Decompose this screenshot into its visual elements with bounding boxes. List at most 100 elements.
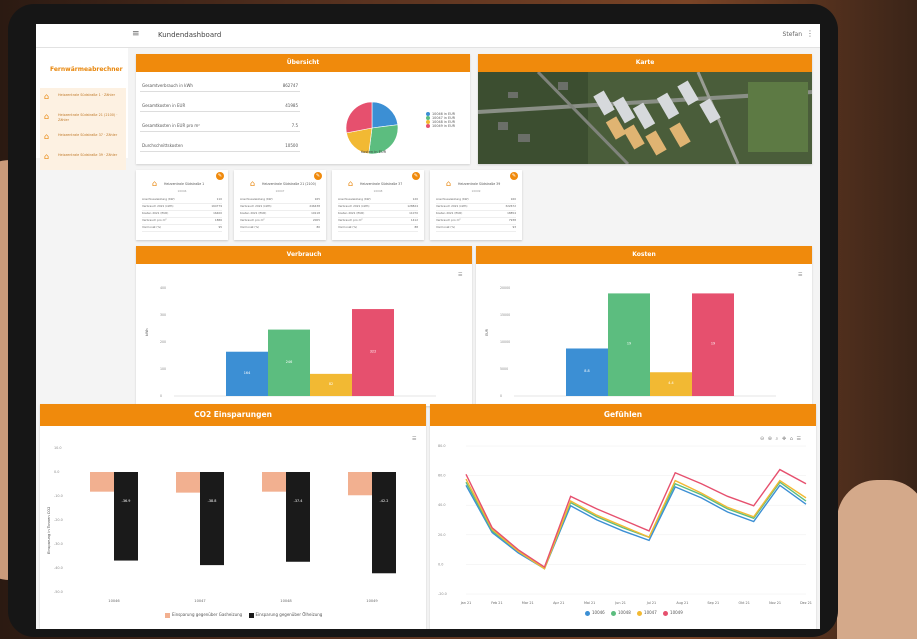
edit-icon[interactable]: ✎ (412, 172, 420, 180)
y-tick-label: 10.0 (54, 446, 62, 450)
meter-row: Kosten 2021 (EUR) 18854 (436, 211, 516, 218)
pie-legend: 10046 in EUR 10047 in EUR 10048 in EUR 1… (426, 112, 455, 128)
y-axis-label: kWh (145, 329, 149, 336)
chart-menu-icon: ☰ (458, 272, 463, 278)
bar-label: -37.4 (294, 499, 303, 503)
bar (200, 472, 224, 566)
meter-name: Heizzentrale Südstraße 21 (2100) (262, 182, 316, 186)
bar (372, 472, 396, 574)
home-icon: ⌂ (44, 92, 50, 101)
home-icon: ⌂ (44, 152, 50, 161)
meter-row: Kosten 2021 (EUR) 16400 (142, 211, 222, 218)
verbrauch-card: Verbrauch 400 300 200 100 0 kWh 164 246 82 322 ☰ (136, 246, 472, 406)
legend-label: 10048 (618, 610, 631, 615)
bar-label: 19 (627, 342, 631, 346)
pie-caption: Kosten in EUR (361, 150, 387, 154)
y-tick-label: 40.0 (438, 503, 446, 507)
home-icon: ⌂ (44, 112, 50, 121)
line-chart: 80.0 60.0 40.0 20.0 0.0 -20.0 Jan 21 Feb 21 Mar … (438, 444, 812, 605)
x-tick-label: Aug 21 (676, 601, 688, 605)
co2-bar-chart: 10.0 0.0 -10.0 -20.0 -30.0 -40.0 -50.0 Einsparu… (47, 436, 417, 603)
bar-label: 164 (244, 371, 250, 375)
sidebar-item-4[interactable]: ⌂ Heizzentrale Südstraße 39 · Zähler (40, 148, 126, 170)
y-tick-label: 200 (160, 340, 166, 344)
meter-card[interactable]: ✎ ⌂ Heizzentrale Südstraße 39 10049 Ansc… (430, 170, 522, 240)
legend-label: 10046 (592, 610, 605, 615)
meter-id: 10049 (471, 189, 481, 193)
bar-label: -8.2 (99, 499, 106, 503)
meter-name: Heizzentrale Südstraße 1 (164, 182, 205, 186)
line-chart-card: Gefühlen ⊖ ⊕ ⌕ ✥ ⌂ ☰ 80.0 60.0 40.0 20.0 0.0… (430, 404, 816, 629)
meter-card[interactable]: ✎ ⌂ Heizzentrale Südstraße 1 10046 Ansch… (136, 170, 228, 240)
meter-row: Verbrauch pro m² 1412 (338, 218, 418, 225)
bar-label: 322 (370, 350, 376, 354)
y-tick-label: 0 (500, 394, 502, 398)
y-tick-label: -10.0 (54, 494, 63, 498)
y-tick-label: -30.0 (54, 542, 63, 546)
meter-row: Vormonat (%) 88 (338, 225, 418, 232)
meter-id: 10047 (275, 189, 285, 193)
sidebar-item-3[interactable]: ⌂ Heizzentrale Südstraße 37 · Zähler (40, 128, 126, 150)
dashboard-screen: ≡ Kundendashboard Stefan ⋮ Fernwärmeabre… (36, 24, 820, 629)
verbrauch-bar-chart: 400 300 200 100 0 kWh 164 246 82 322 ☰ (145, 272, 463, 398)
x-tick-label: Dez 21 (800, 601, 812, 605)
more-vert-icon[interactable]: ⋮ (806, 29, 814, 38)
x-tick-label: Jun 21 (614, 601, 626, 605)
user-menu[interactable]: Stefan (783, 31, 802, 38)
y-tick-label: 400 (160, 286, 166, 290)
bar (114, 472, 138, 561)
hamburger-menu-icon[interactable]: ≡ (132, 29, 140, 39)
bar-label: 8.8 (584, 369, 589, 373)
meter-row: Verbrauch 2021 (kWh) 164779 (142, 204, 222, 211)
series-line (465, 478, 807, 570)
x-tick-label: Jan 21 (460, 601, 472, 605)
bar-label: -36.9 (122, 499, 131, 503)
meter-row: Kosten 2021 (EUR) 11070 (338, 211, 418, 218)
chart-menu-icon: ☰ (412, 436, 417, 442)
edit-icon[interactable]: ✎ (314, 172, 322, 180)
house-icon: ⌂ (250, 179, 256, 188)
sidebar-item-label: Heizzentrale Südstraße 39 · Zähler (58, 153, 118, 157)
sidebar-item-2[interactable]: ⌂ Heizzentrale Südstraße 21 (2100) · Zäh… (40, 108, 126, 130)
x-tick-label: Nov 21 (769, 601, 781, 605)
sidebar-item-label: Heizzentrale Südstraße 1 · Zähler (58, 93, 115, 97)
meter-row: Kosten 2021 (EUR) 19118 (240, 211, 320, 218)
y-tick-label: 0.0 (54, 470, 59, 474)
x-tick-label: Okt 21 (739, 601, 750, 605)
y-tick-label: -20.0 (438, 592, 447, 596)
chart-menu-icon: ☰ (798, 272, 803, 278)
right-hand (837, 480, 917, 639)
legend-label: 10047 (644, 610, 657, 615)
house-icon: ⌂ (152, 179, 158, 188)
edit-icon[interactable]: ✎ (510, 172, 518, 180)
y-tick-label: -20.0 (54, 518, 63, 522)
brand-logo: Fernwärmeabrechner (50, 66, 123, 73)
y-tick-label: 0.0 (438, 562, 443, 566)
bar-label: 4.4 (668, 381, 673, 385)
edit-icon[interactable]: ✎ (216, 172, 224, 180)
bar-label: -8.2 (271, 499, 278, 503)
meter-row: Verbrauch pro m² 2005 (240, 218, 320, 225)
x-tick-label: 10049 (366, 599, 378, 603)
x-tick-label: Apr 21 (553, 601, 564, 605)
y-tick-label: 5000 (500, 367, 508, 371)
meter-id: 10046 (177, 189, 187, 193)
meter-row: Vormonat (%) 80 (240, 225, 320, 232)
co2-card: CO2 Einsparungen 10.0 0.0 -10.0 -20.0 -30.0-… (40, 404, 426, 629)
sidebar-item-1[interactable]: ⌂ Heizzentrale Südstraße 1 · Zähler (40, 88, 126, 110)
bar (262, 472, 286, 492)
y-tick-label: 15000 (500, 313, 510, 317)
x-tick-label: Mar 21 (522, 601, 534, 605)
x-tick-label: Sep 21 (707, 601, 719, 605)
satellite-map[interactable] (478, 72, 812, 164)
pie-legend-item: 10049 in EUR (426, 124, 455, 128)
pie-slice (371, 101, 399, 129)
house-icon: ⌂ (348, 179, 354, 188)
bar-label: -8.6 (185, 499, 192, 503)
y-tick-label: 20000 (500, 286, 510, 290)
y-tick-label: 20.0 (438, 533, 446, 537)
meter-card[interactable]: ✎ ⌂ Heizzentrale Südstraße 37 10048 Ansc… (332, 170, 424, 240)
meter-name: Heizzentrale Südstraße 39 (458, 182, 501, 186)
meter-card[interactable]: ✎ ⌂ Heizzentrale Südstraße 21 (2100) 100… (234, 170, 326, 240)
house-icon: ⌂ (446, 179, 452, 188)
